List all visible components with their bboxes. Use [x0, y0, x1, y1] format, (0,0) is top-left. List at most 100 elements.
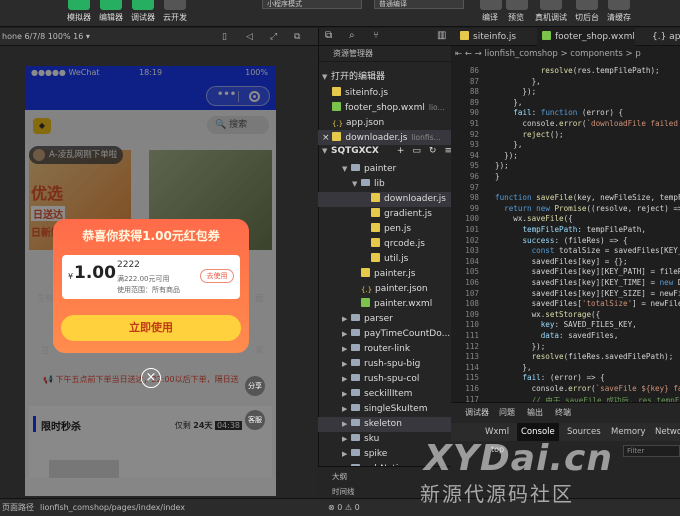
open-editor-item[interactable]: × downloader.js lionfis... — [318, 130, 451, 145]
code-line[interactable]: function saveFile(key, newFileSize, temp… — [495, 193, 680, 202]
code-line[interactable]: }); — [495, 87, 536, 96]
tab-problems[interactable]: 问题 — [499, 407, 515, 418]
code-line[interactable]: savedFiles[key] = {}; — [495, 257, 628, 266]
code-line[interactable]: return new Promise((resolve, reject) => — [495, 204, 680, 213]
layout-icon[interactable]: ▥ — [437, 30, 446, 41]
files-icon[interactable]: ⧉ — [325, 30, 332, 41]
tree-folder[interactable]: ▶ skeleton — [318, 417, 451, 432]
tab-network[interactable]: Netwo — [651, 423, 680, 441]
fullscreen-icon[interactable]: ⤢ — [270, 28, 277, 46]
source-control-icon[interactable]: ⑂ — [373, 30, 379, 41]
preview-button[interactable]: 预览 — [506, 0, 528, 23]
code-line[interactable]: }, — [495, 98, 522, 107]
tree-folder[interactable]: ▶ router-link — [318, 342, 451, 357]
tree-file[interactable]: pen.js — [318, 222, 451, 237]
tree-file[interactable]: painter.js — [318, 267, 451, 282]
code-editor[interactable]: 86 resolve(res.tempFilePath); 87 }, 88 });… — [451, 62, 680, 402]
tree-file[interactable]: qrcode.js — [318, 237, 451, 252]
tab-siteinfo[interactable]: siteinfo.js — [455, 28, 516, 46]
open-editors-header[interactable]: ▼ 打开的编辑器 — [318, 70, 451, 85]
timeline-section[interactable]: 时间线 — [332, 486, 355, 497]
code-line[interactable]: } — [495, 172, 500, 181]
coupon-use-button[interactable]: 去使用 — [200, 269, 234, 283]
tree-file[interactable]: {.} painter.json — [318, 282, 451, 297]
close-icon[interactable]: × — [322, 133, 332, 143]
new-file-icon[interactable]: + — [397, 146, 405, 156]
tree-file[interactable]: downloader.js — [318, 192, 451, 207]
device-select[interactable]: hone 6/7/8 100% 16 ▾ — [2, 32, 90, 41]
code-line[interactable]: // 由于 saveFile 成功后, res.tempFi — [495, 395, 680, 402]
code-line[interactable]: const totalSize = savedFiles[KEY_T — [495, 246, 680, 255]
code-line[interactable]: savedFiles[key][KEY_SIZE] = newFil — [495, 289, 680, 298]
tree-folder[interactable]: ▶ singleSkuItem — [318, 402, 451, 417]
tree-folder[interactable]: ▶ rush-spu-col — [318, 372, 451, 387]
outline-section[interactable]: 大纲 — [332, 471, 347, 482]
console-filter-input[interactable]: Filter — [623, 445, 680, 457]
tree-file[interactable]: painter.wxml — [318, 297, 451, 312]
share-button[interactable]: 分享 — [245, 376, 265, 396]
open-editor-item[interactable]: footer_shop.wxml lio... — [318, 100, 451, 115]
page-path[interactable]: lionfish_comshop/pages/index/index — [40, 499, 185, 516]
editor-button[interactable]: 编辑器 — [98, 0, 124, 23]
code-line[interactable]: tempFilePath: tempFilePath, — [495, 225, 645, 234]
code-line[interactable]: wx.saveFile({ — [495, 214, 572, 223]
compile-select[interactable]: 普通编译 — [374, 0, 464, 9]
debugger-button[interactable]: 调试器 — [130, 0, 156, 23]
tab-app-json[interactable]: {.} ap — [647, 28, 680, 46]
search-icon[interactable]: ⌕ — [349, 30, 355, 41]
code-line[interactable]: reject(); — [495, 130, 563, 139]
tree-folder[interactable]: ▼ lib — [318, 177, 451, 192]
code-line[interactable]: }, — [495, 363, 531, 372]
tab-debugger[interactable]: 调试器 — [465, 407, 489, 418]
tree-file[interactable]: gradient.js — [318, 207, 451, 222]
cloud-dev-button[interactable]: 云开发 — [162, 0, 188, 23]
code-line[interactable]: }, — [495, 77, 541, 86]
problems-count[interactable]: ⊗ 0 ⚠ 0 — [328, 499, 360, 516]
code-line[interactable]: }); — [495, 161, 509, 170]
tree-folder[interactable]: ▶ payTimeCountDo... — [318, 327, 451, 342]
code-line[interactable]: savedFiles[key][KEY_TIME] = new Da — [495, 278, 680, 287]
code-line[interactable]: console.error(`downloadFile failed — [495, 119, 677, 128]
tab-output[interactable]: 输出 — [527, 407, 543, 418]
refresh-icon[interactable]: ↻ — [429, 146, 437, 156]
open-editor-item[interactable]: {.} app.json — [318, 115, 451, 130]
clear-cache-button[interactable]: 清缓存 — [604, 0, 634, 23]
tab-terminal[interactable]: 终端 — [555, 407, 571, 418]
tree-folder[interactable]: ▼ painter — [318, 162, 451, 177]
code-line[interactable]: key: SAVED_FILES_KEY, — [495, 320, 637, 329]
new-folder-icon[interactable]: ▭ — [412, 146, 421, 156]
simulator-button[interactable]: 模拟器 — [66, 0, 92, 23]
code-line[interactable]: }); — [495, 342, 546, 351]
tree-folder[interactable]: ▶ parser — [318, 312, 451, 327]
use-now-button[interactable]: 立即使用 — [61, 315, 241, 341]
tree-folder[interactable]: ▶ seckillItem — [318, 387, 451, 402]
code-line[interactable]: savedFiles[key][KEY_PATH] = fileRe — [495, 267, 680, 276]
compile-button[interactable]: 编译 — [480, 0, 502, 23]
code-line[interactable]: fail: (error) => { — [495, 373, 604, 382]
real-device-debug-button[interactable]: 真机调试 — [532, 0, 570, 23]
code-line[interactable]: wx.setStorage({ — [495, 310, 601, 319]
tab-footer-shop[interactable]: footer_shop.wxml — [537, 28, 635, 46]
detach-icon[interactable]: ⧉ — [294, 28, 300, 46]
code-line[interactable]: resolve(fileRes.savedFilePath); — [495, 352, 674, 361]
back-icon[interactable]: ⇤ ← → — [455, 49, 484, 59]
service-button[interactable]: 客服 — [245, 410, 265, 430]
code-line[interactable]: data: savedFiles, — [495, 331, 619, 340]
background-button[interactable]: 切后台 — [572, 0, 602, 23]
tab-memory[interactable]: Memory — [607, 423, 650, 441]
project-header[interactable]: ▼ SQTGXCX + ▭ ↻ ≡ — [318, 144, 451, 159]
code-line[interactable]: savedFiles['totalSize'] = newFileS — [495, 299, 680, 308]
open-editor-item[interactable]: siteinfo.js — [318, 85, 451, 100]
phone-icon[interactable]: ▯ — [222, 28, 227, 46]
code-line[interactable]: console.error(`saveFile ${key} fai — [495, 384, 680, 393]
code-line[interactable]: }, — [495, 140, 522, 149]
popup-close-icon[interactable]: × — [141, 368, 161, 388]
mode-select[interactable]: 小程序模式 — [262, 0, 362, 9]
code-line[interactable]: success: (fileRes) => { — [495, 236, 627, 245]
code-line[interactable]: fail: function (error) { — [495, 108, 623, 117]
code-line[interactable]: resolve(res.tempFilePath); — [495, 66, 660, 75]
tree-file[interactable]: util.js — [318, 252, 451, 267]
tree-folder[interactable]: ▶ rush-spu-big — [318, 357, 451, 372]
sound-icon[interactable]: ◁ — [246, 28, 253, 46]
code-line[interactable]: }); — [495, 151, 518, 160]
